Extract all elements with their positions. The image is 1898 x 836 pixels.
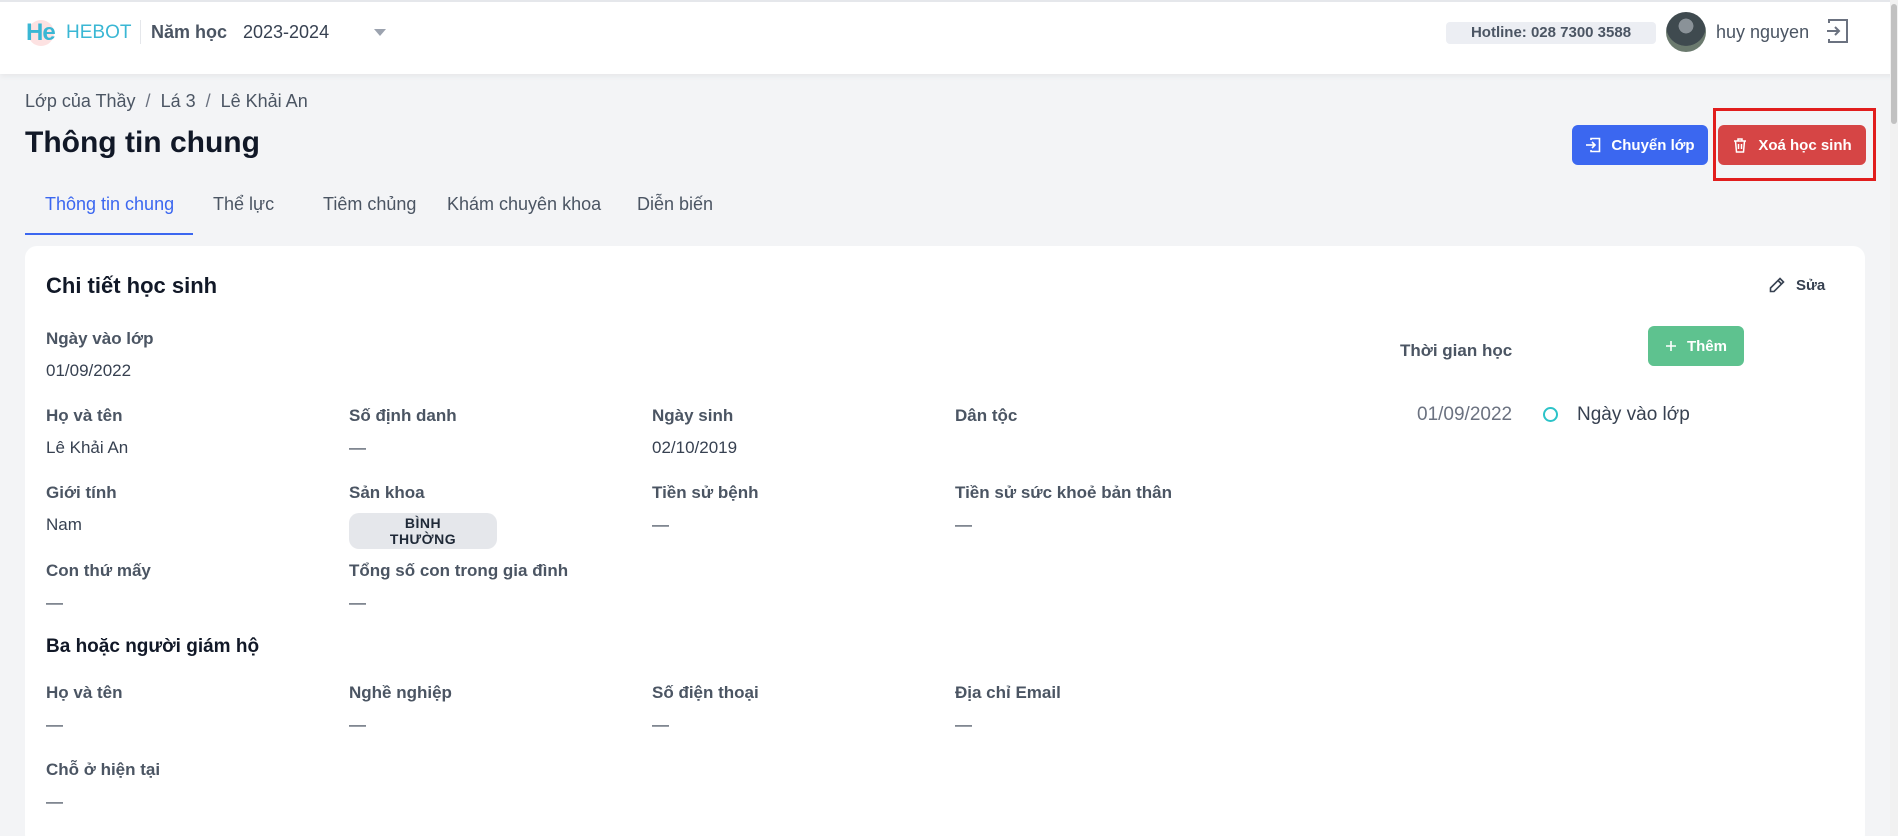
plus-icon — [1665, 341, 1676, 351]
field-value: — — [955, 515, 972, 534]
tab-progress[interactable]: Diễn biến — [617, 186, 737, 234]
tab-vaccination[interactable]: Tiêm chủng — [303, 186, 427, 234]
breadcrumb-class-list[interactable]: Lớp của Thầy — [25, 91, 136, 112]
field-label: Số điện thoại — [652, 683, 759, 702]
school-year-select[interactable]: 2023-2024 — [243, 22, 393, 46]
field-label: Sản khoa — [349, 483, 425, 502]
field-label: Nghề nghiệp — [349, 683, 452, 702]
field-label: Tiền sử sức khoẻ bản thân — [955, 483, 1173, 502]
app-logo[interactable]: He HEBOT — [26, 16, 131, 50]
field-total-children: Tổng số con trong gia đình — — [349, 561, 568, 613]
page-title: Thông tin chung — [25, 126, 260, 159]
field-guardian-name: Họ và tên — — [46, 683, 123, 735]
field-value: — — [46, 792, 63, 811]
field-value: — — [349, 593, 366, 612]
tab-physical[interactable]: Thể lực — [193, 186, 303, 234]
field-guardian-phone: Số điện thoại — — [652, 683, 759, 735]
field-value: — — [955, 715, 972, 734]
field-label: Chỗ ở hiện tại — [46, 760, 161, 779]
logo-text: HEBOT — [66, 22, 132, 43]
field-label: Tiền sử bệnh — [652, 483, 759, 502]
transfer-class-label: Chuyển lớp — [1611, 136, 1695, 154]
field-label: Địa chỉ Email — [955, 683, 1061, 702]
field-label: Dân tộc — [955, 406, 1018, 425]
add-study-time-button[interactable]: Thêm — [1648, 326, 1744, 366]
field-value: — — [46, 715, 63, 734]
tab-general-info[interactable]: Thông tin chung — [25, 186, 193, 235]
field-label: Họ và tên — [46, 683, 123, 702]
card-title: Chi tiết học sinh — [46, 273, 218, 298]
field-health-history: Tiền sử sức khoẻ bản thân — — [955, 483, 1172, 535]
breadcrumb-separator: / — [145, 91, 151, 111]
field-guardian-email: Địa chỉ Email — — [955, 683, 1061, 735]
school-year-label: Năm học — [151, 22, 228, 42]
field-enroll-date: Ngày vào lớp 01/09/2022 — [46, 329, 154, 381]
page-scrollbar[interactable] — [1890, 0, 1898, 836]
field-value: — — [349, 715, 366, 734]
field-label: Con thứ mấy — [46, 561, 151, 580]
study-time-label: Thời gian học — [1400, 341, 1513, 360]
chevron-down-icon — [374, 29, 386, 36]
transfer-icon — [1586, 137, 1601, 153]
status-badge: BÌNH THƯỜNG — [349, 513, 497, 549]
field-ethnicity: Dân tộc — [955, 406, 1017, 438]
timeline-dot-icon — [1543, 407, 1558, 422]
logout-button[interactable] — [1825, 17, 1851, 45]
field-label: Tổng số con trong gia đình — [349, 561, 569, 580]
field-label: Ngày sinh — [652, 406, 734, 425]
field-guardian-occupation: Nghề nghiệp — — [349, 683, 452, 735]
breadcrumb-class[interactable]: Lá 3 — [161, 91, 196, 112]
user-name[interactable]: huy nguyen — [1716, 22, 1809, 43]
field-obstetrics: Sản khoa BÌNH THƯỜNG — [349, 483, 497, 549]
field-child-order: Con thứ mấy — — [46, 561, 151, 613]
hotline-badge: Hotline: 028 7300 3588 — [1446, 22, 1656, 44]
field-gender: Giới tính Nam — [46, 483, 117, 535]
field-value: Nam — [46, 515, 82, 534]
tab-specialist-exam[interactable]: Khám chuyên khoa — [427, 186, 617, 234]
logout-icon — [1827, 19, 1848, 43]
highlight-annotation — [1713, 108, 1876, 181]
field-medical-history: Tiền sử bệnh — — [652, 483, 758, 535]
pencil-icon — [1769, 277, 1785, 293]
scrollbar-thumb[interactable] — [1891, 4, 1897, 124]
timeline-date: 01/09/2022 — [1417, 404, 1513, 425]
field-residence: Chỗ ở hiện tại — — [46, 760, 160, 812]
field-value: — — [652, 515, 669, 534]
top-header: He HEBOT Năm học 2023-2024 Hotline: 028 … — [0, 0, 1898, 74]
field-label: Họ và tên — [46, 406, 123, 425]
edit-label: Sửa — [1796, 276, 1826, 294]
field-label: Giới tính — [46, 483, 117, 502]
transfer-class-button[interactable]: Chuyển lớp — [1572, 125, 1708, 165]
logo-mark: He — [26, 16, 58, 50]
field-label: Ngày vào lớp — [46, 329, 154, 348]
field-value: — — [652, 715, 669, 734]
field-value: — — [349, 438, 366, 457]
breadcrumb: Lớp của Thầy / Lá 3 / Lê Khải An — [25, 91, 308, 112]
edit-button[interactable]: Sửa — [1768, 276, 1825, 294]
breadcrumb-student: Lê Khải An — [220, 91, 308, 111]
field-full-name: Họ và tên Lê Khải An — [46, 406, 128, 458]
header-divider — [140, 20, 141, 44]
timeline-text: Ngày vào lớp — [1577, 404, 1690, 425]
field-value: Lê Khải An — [46, 438, 129, 457]
field-label: Số định danh — [349, 406, 457, 425]
school-year-value: 2023-2024 — [243, 22, 330, 42]
field-birth-date: Ngày sinh 02/10/2019 — [652, 406, 737, 458]
guardian-section-title: Ba hoặc người giám hộ — [46, 636, 260, 657]
field-value: — — [46, 593, 63, 612]
tab-bar: Thông tin chung Thể lực Tiêm chủng Khám … — [25, 186, 737, 235]
student-detail-card: Chi tiết học sinh Sửa Ngày vào lớp 01/09… — [25, 246, 1865, 836]
breadcrumb-separator: / — [205, 91, 211, 111]
field-value: 02/10/2019 — [652, 438, 738, 457]
field-id-number: Số định danh — — [349, 406, 457, 458]
add-label: Thêm — [1686, 337, 1727, 355]
field-value: 01/09/2022 — [46, 361, 132, 380]
avatar[interactable] — [1666, 12, 1706, 52]
